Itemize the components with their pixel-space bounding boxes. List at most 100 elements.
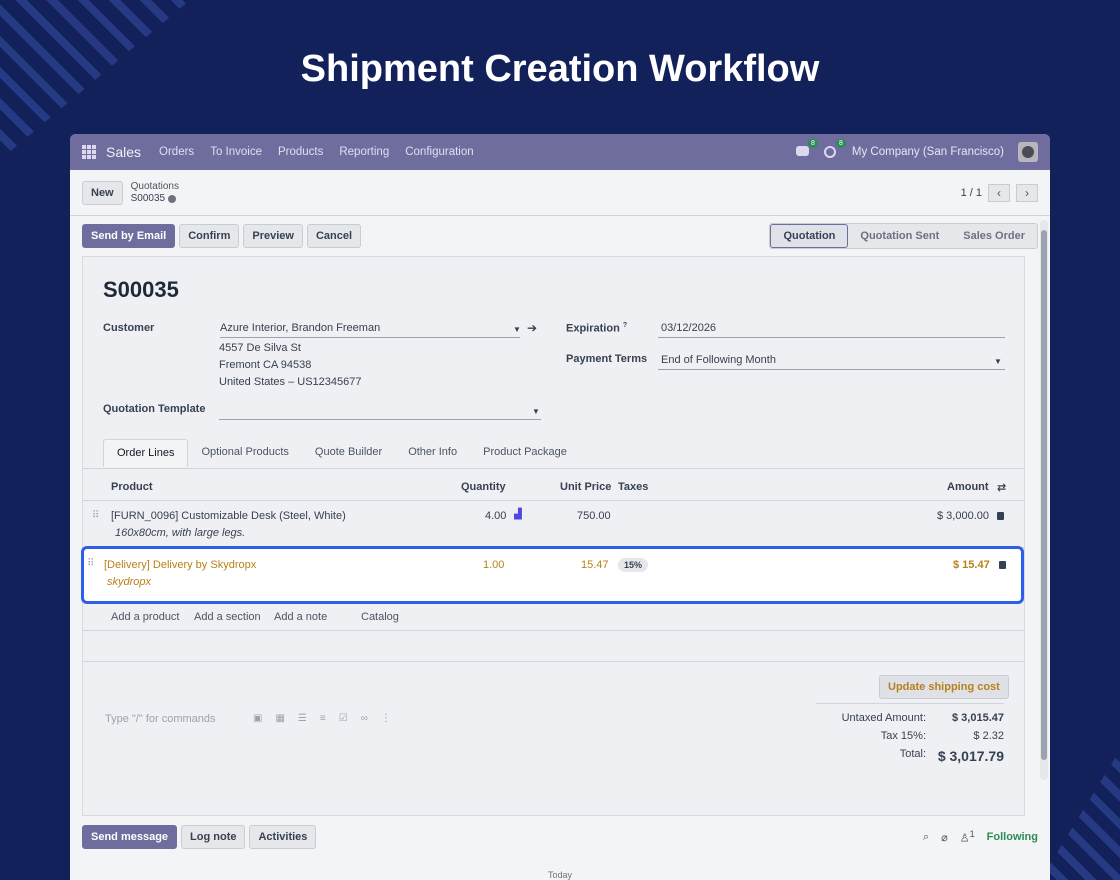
preview-button[interactable]: Preview <box>243 224 303 248</box>
forecast-chart-icon[interactable]: ▟ <box>514 509 522 520</box>
untaxed-label: Untaxed Amount: <box>841 712 926 724</box>
stage-quotation[interactable]: Quotation <box>770 224 849 248</box>
line-product[interactable]: [Delivery] Delivery by Skydropx <box>104 559 256 571</box>
col-unit-price[interactable]: Unit Price <box>560 481 611 493</box>
numbered-list-icon[interactable]: ≡ <box>320 713 326 724</box>
line-unit-price[interactable]: 15.47 <box>581 559 609 571</box>
stage-sales-order[interactable]: Sales Order <box>951 224 1037 248</box>
line-description[interactable]: 160x80cm, with large legs. <box>115 527 245 539</box>
column-settings-icon[interactable]: ⇄ <box>997 481 1006 494</box>
line-quantity[interactable]: 1.00 <box>483 559 504 571</box>
activities-button[interactable]: 8 <box>823 139 846 158</box>
col-quantity[interactable]: Quantity <box>461 481 506 493</box>
line-amount: $ 15.47 <box>953 559 990 571</box>
messages-button[interactable]: 8 <box>795 139 818 158</box>
company-switcher[interactable]: My Company (San Francisco) <box>852 146 1004 158</box>
send-by-email-button[interactable]: Send by Email <box>82 224 176 248</box>
image-icon[interactable]: ▣ <box>253 713 262 724</box>
template-dropdown-icon[interactable]: ▼ <box>532 407 540 416</box>
top-navbar: Sales Orders To Invoice Products Reporti… <box>70 134 1050 170</box>
scrollbar[interactable] <box>1040 220 1048 780</box>
order-lines-header: Product Quantity Unit Price Taxes Amount… <box>83 473 1024 501</box>
chevron-right-icon[interactable]: › <box>1016 183 1038 202</box>
notebook-tabs: Order Lines Optional Products Quote Buil… <box>103 439 580 467</box>
tab-quote-builder[interactable]: Quote Builder <box>302 439 395 467</box>
cancel-button[interactable]: Cancel <box>306 224 362 248</box>
drag-handle-icon[interactable]: ⠿ <box>87 558 94 569</box>
catalog-link[interactable]: Catalog <box>361 611 399 623</box>
bullet-list-icon[interactable]: ☰ <box>298 713 307 724</box>
col-product[interactable]: Product <box>111 481 153 493</box>
user-avatar[interactable] <box>1018 142 1038 162</box>
col-taxes[interactable]: Taxes <box>618 481 648 493</box>
tab-product-package[interactable]: Product Package <box>470 439 580 467</box>
order-line-row[interactable]: ⠿ [FURN_0096] Customizable Desk (Steel, … <box>83 502 1024 548</box>
add-note-link[interactable]: Add a note <box>274 611 327 623</box>
followers-count: 1 <box>969 829 975 840</box>
line-quantity[interactable]: 4.00 <box>485 510 506 522</box>
confirm-button[interactable]: Confirm <box>179 224 240 248</box>
tab-optional-products[interactable]: Optional Products <box>188 439 301 467</box>
add-product-link[interactable]: Add a product <box>111 611 180 623</box>
line-description[interactable]: skydropx <box>107 576 151 588</box>
order-line-row-highlighted[interactable]: ⠿ [Delivery] Delivery by Skydropx skydro… <box>81 546 1024 604</box>
following-button[interactable]: Following <box>987 831 1038 843</box>
total-value: $ 3,017.79 <box>937 748 1004 764</box>
search-icon[interactable]: ⌕ <box>923 831 929 844</box>
today-separator: Today <box>547 870 573 880</box>
activities-button[interactable]: Activities <box>249 825 317 849</box>
checklist-icon[interactable]: ☑ <box>339 713 348 724</box>
nav-item-to-invoice[interactable]: To Invoice <box>210 146 262 158</box>
customer-field[interactable]: Azure Interior, Brandon Freeman <box>220 322 520 338</box>
record-name: S00035 <box>103 277 179 302</box>
control-panel: New Quotations S00035 1 / 1 ‹ › <box>70 170 1050 216</box>
stage-pipeline: Quotation Quotation Sent Sales Order <box>769 223 1038 249</box>
messages-badge: 8 <box>807 139 818 148</box>
line-amount: $ 3,000.00 <box>937 510 989 522</box>
gear-icon[interactable] <box>168 194 177 203</box>
update-shipping-cost-button[interactable]: Update shipping cost <box>879 675 1009 699</box>
page-title: Shipment Creation Workflow <box>300 48 820 90</box>
breadcrumb-current: S00035 <box>130 192 166 204</box>
chatter-bar: Send message Log note Activities ⌕ ⌀ ♙1 … <box>82 822 1038 852</box>
nav-item-products[interactable]: Products <box>278 146 323 158</box>
send-message-button[interactable]: Send message <box>82 825 178 849</box>
nav-item-configuration[interactable]: Configuration <box>405 146 473 158</box>
trash-icon[interactable] <box>997 512 1004 520</box>
apps-menu-icon[interactable] <box>82 145 96 159</box>
tab-other-info[interactable]: Other Info <box>395 439 470 467</box>
totals-box: Untaxed Amount: $ 3,015.47 Tax 15%: $ 2.… <box>816 703 1004 770</box>
nav-app-name[interactable]: Sales <box>106 144 141 160</box>
expiration-field[interactable]: 03/12/2026 <box>658 322 1005 338</box>
pager: 1 / 1 ‹ › <box>961 183 1038 202</box>
log-note-button[interactable]: Log note <box>181 825 246 849</box>
quotation-template-field[interactable] <box>219 403 541 420</box>
line-product[interactable]: [FURN_0096] Customizable Desk (Steel, Wh… <box>111 510 346 522</box>
table-icon[interactable]: ▦ <box>275 713 284 724</box>
breadcrumb-quotations[interactable]: Quotations <box>131 181 179 193</box>
trash-icon[interactable] <box>999 561 1006 569</box>
terms-note-input[interactable]: Type "/" for commands <box>105 713 216 725</box>
nav-item-orders[interactable]: Orders <box>159 146 194 158</box>
link-icon[interactable]: ∞ <box>361 713 368 724</box>
tax-value: $ 2.32 <box>973 730 1004 742</box>
drag-handle-icon[interactable]: ⠿ <box>92 510 99 521</box>
tax-tag[interactable]: 15% <box>618 558 649 572</box>
arrow-right-icon[interactable]: ➔ <box>527 321 537 335</box>
more-icon[interactable]: ⋮ <box>381 713 391 724</box>
line-unit-price[interactable]: 750.00 <box>577 510 611 522</box>
pager-value[interactable]: 1 / 1 <box>961 187 982 199</box>
paperclip-icon[interactable]: ⌀ <box>941 831 948 844</box>
payment-terms-field[interactable]: End of Following Month <box>658 354 1005 370</box>
customer-dropdown-icon[interactable]: ▼ <box>513 325 521 334</box>
col-amount[interactable]: Amount <box>947 481 989 493</box>
stage-quotation-sent[interactable]: Quotation Sent <box>848 224 951 248</box>
payment-terms-dropdown-icon[interactable]: ▼ <box>994 357 1002 366</box>
followers-button[interactable]: ♙1 <box>960 829 975 845</box>
add-section-link[interactable]: Add a section <box>194 611 261 623</box>
tab-order-lines[interactable]: Order Lines <box>103 439 189 467</box>
nav-item-reporting[interactable]: Reporting <box>339 146 389 158</box>
chevron-left-icon[interactable]: ‹ <box>988 183 1010 202</box>
new-button[interactable]: New <box>82 180 123 205</box>
add-line-links: Add a product Add a section Add a note C… <box>83 605 1024 631</box>
